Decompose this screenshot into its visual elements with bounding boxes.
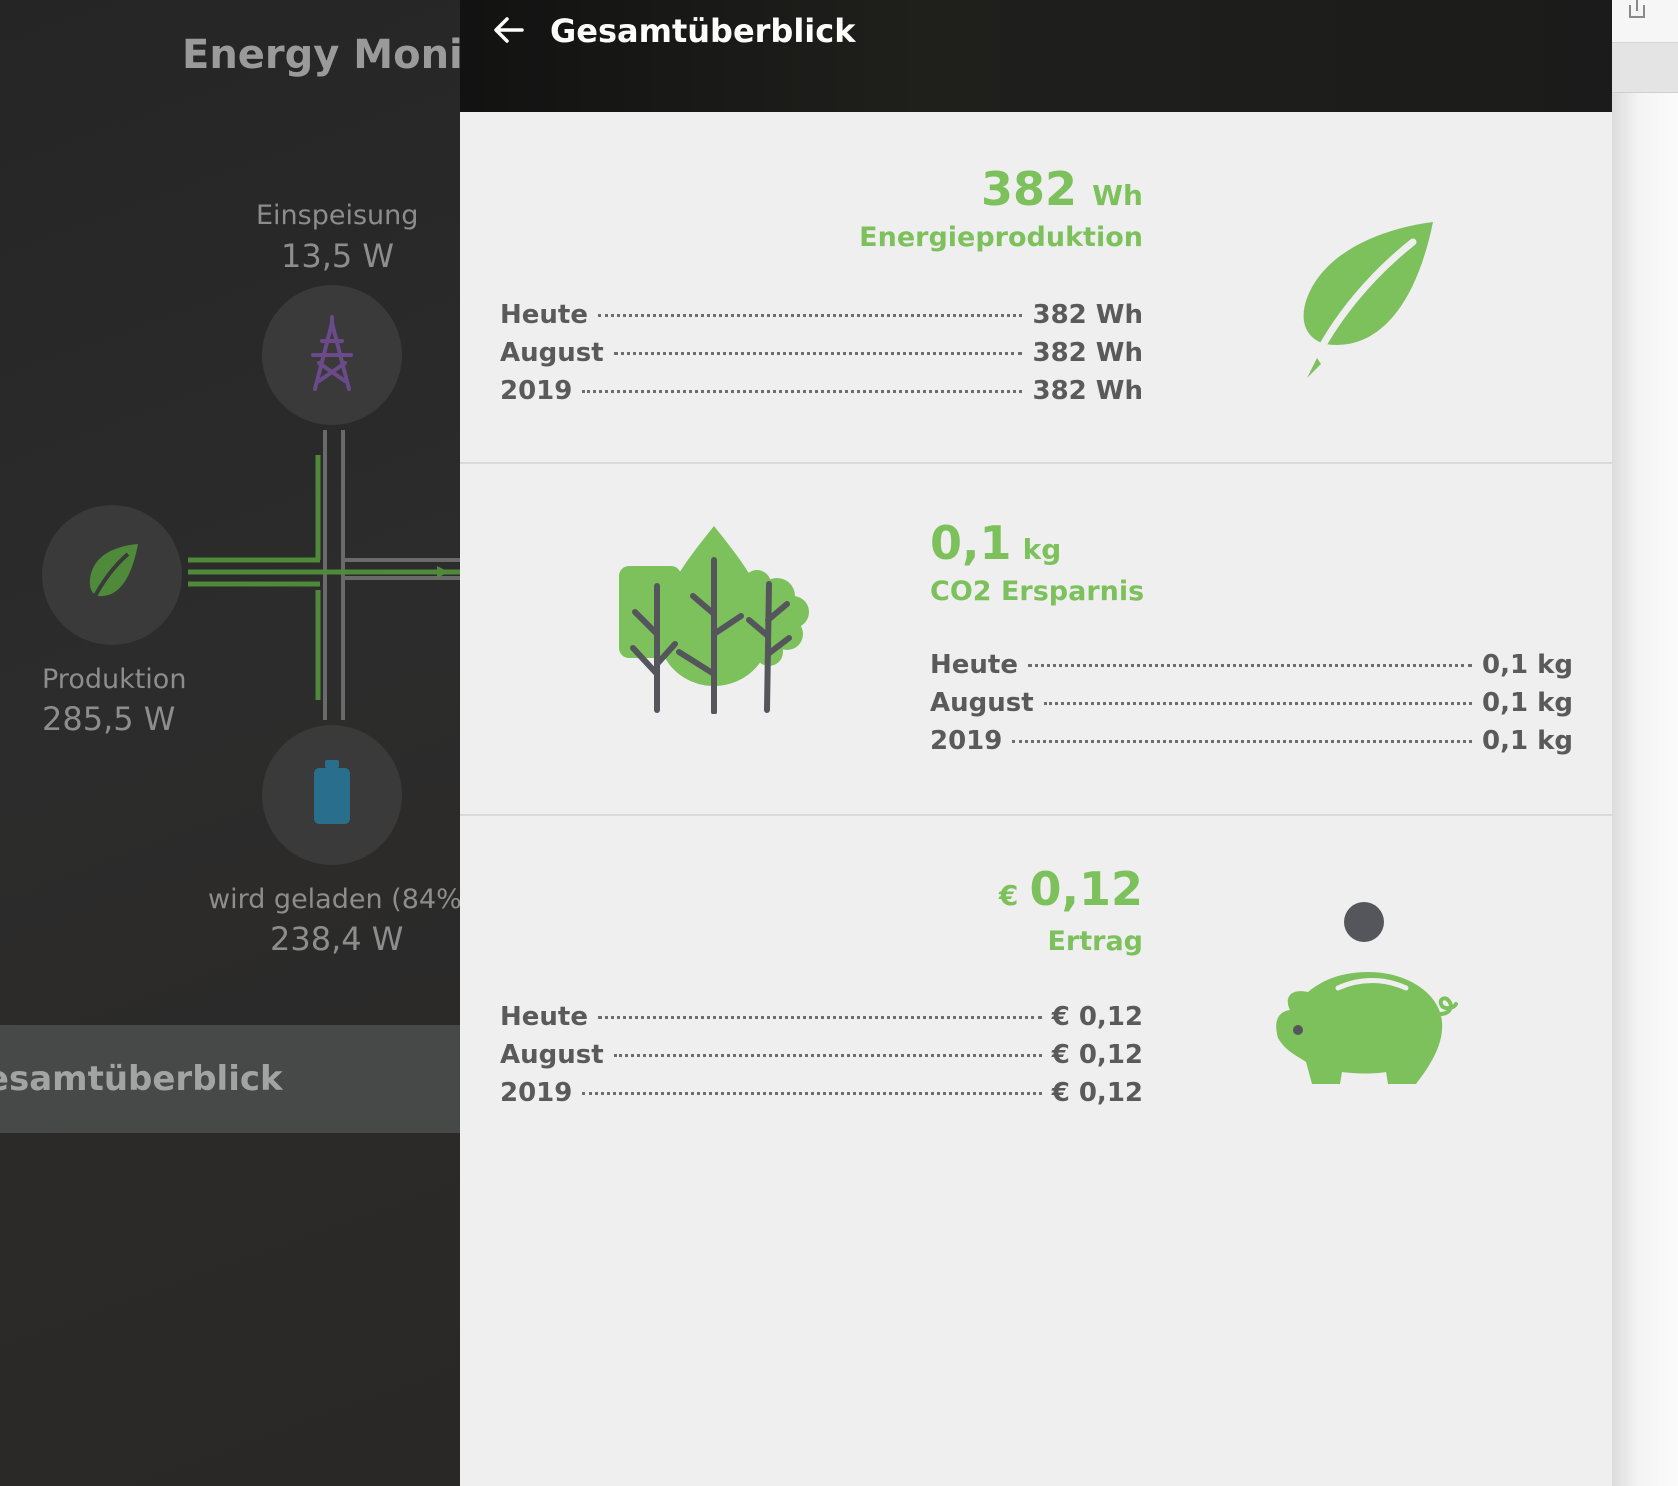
row-label: 2019 [500, 1078, 573, 1108]
row-label: 2019 [930, 726, 1003, 756]
share-icon [1626, 0, 1648, 23]
earnings-headline: € 0,12 [999, 862, 1143, 916]
window-toolbar [1612, 0, 1678, 93]
production-node-label: Produktion [42, 664, 187, 695]
row-leader-dots [613, 352, 1023, 355]
leaf-icon [84, 542, 140, 608]
energy-production-section: 382 Wh Energieproduktion Heute 382 Wh Au… [460, 112, 1612, 464]
row-value: 0,1 kg [1481, 726, 1573, 756]
row-value: 382 Wh [1032, 376, 1143, 406]
arrow-left-icon [494, 17, 524, 47]
row-leader-dots [597, 1016, 1042, 1019]
piggy-bank-icon [1268, 902, 1458, 1106]
energy-breakdown: Heute 382 Wh August 382 Wh 2019 382 Wh [500, 300, 1143, 414]
row-leader-dots [613, 1054, 1042, 1057]
row-label: August [930, 688, 1034, 718]
co2-headline: 0,1 kg [930, 516, 1061, 570]
back-button[interactable] [484, 12, 534, 52]
list-item: 2019 382 Wh [500, 376, 1143, 414]
modal-title: Gesamtüberblick [550, 12, 856, 50]
list-item: 2019 € 0,12 [500, 1078, 1143, 1116]
row-label: Heute [500, 300, 588, 330]
earnings-section: € 0,12 Ertrag Heute € 0,12 August € 0,12… [460, 816, 1612, 1166]
list-item: 2019 0,1 kg [930, 726, 1573, 764]
list-item: August € 0,12 [500, 1040, 1143, 1078]
row-label: August [500, 1040, 604, 1070]
grid-node-label: Einspeisung [256, 200, 419, 231]
battery-icon [312, 760, 352, 830]
trees-icon [617, 524, 817, 718]
row-label: August [500, 338, 604, 368]
list-item: Heute 382 Wh [500, 300, 1143, 338]
co2-total-unit: kg [1022, 533, 1062, 566]
battery-node-label: wird geladen (84%) [208, 884, 470, 915]
list-item: Heute 0,1 kg [930, 650, 1573, 688]
earnings-total-value: 0,12 [1029, 862, 1144, 916]
list-item: August 382 Wh [500, 338, 1143, 376]
modal-header: Gesamtüberblick [460, 0, 1612, 112]
leaf-icon [1295, 220, 1435, 384]
grid-node[interactable] [262, 285, 402, 425]
row-leader-dots [1012, 740, 1472, 743]
row-leader-dots [1043, 702, 1472, 705]
right-window-edge [1612, 0, 1678, 1486]
battery-node[interactable] [262, 725, 402, 865]
co2-category-label: CO2 Ersparnis [930, 576, 1145, 607]
co2-breakdown: Heute 0,1 kg August 0,1 kg 2019 0,1 kg [930, 650, 1573, 764]
co2-savings-section: 0,1 kg CO2 Ersparnis Heute 0,1 kg August… [460, 464, 1612, 816]
sidebar-item-label: Gesamtüberblick [0, 1059, 283, 1099]
background-app: Energy Monitor Einspeisung 13,5 W [0, 0, 470, 1486]
energy-total-unit: Wh [1092, 179, 1143, 212]
row-leader-dots [582, 390, 1023, 393]
production-node[interactable] [42, 505, 182, 645]
battery-node-value: 238,4 W [270, 920, 404, 958]
row-label: 2019 [500, 376, 573, 406]
row-value: € 0,12 [1051, 1040, 1143, 1070]
earnings-currency: € [998, 879, 1019, 912]
overview-modal: Gesamtüberblick 382 Wh Energieproduktion… [460, 0, 1612, 1486]
share-button[interactable] [1622, 0, 1652, 22]
row-value: € 0,12 [1051, 1002, 1143, 1032]
co2-total-value: 0,1 [930, 516, 1012, 570]
energy-flow-lines [188, 430, 470, 720]
list-item: Heute € 0,12 [500, 1002, 1143, 1040]
row-leader-dots [582, 1092, 1042, 1095]
energy-total-value: 382 [981, 162, 1078, 216]
sidebar-item-overview[interactable]: Gesamtüberblick [0, 1025, 470, 1133]
row-value: 0,1 kg [1481, 650, 1573, 680]
row-value: 0,1 kg [1481, 688, 1573, 718]
row-value: 382 Wh [1032, 300, 1143, 330]
energy-category-label: Energieproduktion [859, 222, 1143, 253]
row-leader-dots [1027, 664, 1472, 667]
row-value: € 0,12 [1051, 1078, 1143, 1108]
row-leader-dots [597, 314, 1023, 317]
row-label: Heute [930, 650, 1018, 680]
earnings-category-label: Ertrag [1047, 926, 1143, 957]
list-item: August 0,1 kg [930, 688, 1573, 726]
production-node-value: 285,5 W [42, 700, 176, 738]
energy-headline: 382 Wh [981, 162, 1143, 216]
grid-node-value: 13,5 W [281, 237, 395, 275]
row-label: Heute [500, 1002, 588, 1032]
row-value: 382 Wh [1032, 338, 1143, 368]
earnings-breakdown: Heute € 0,12 August € 0,12 2019 € 0,12 [500, 1002, 1143, 1116]
power-tower-icon [307, 315, 357, 395]
